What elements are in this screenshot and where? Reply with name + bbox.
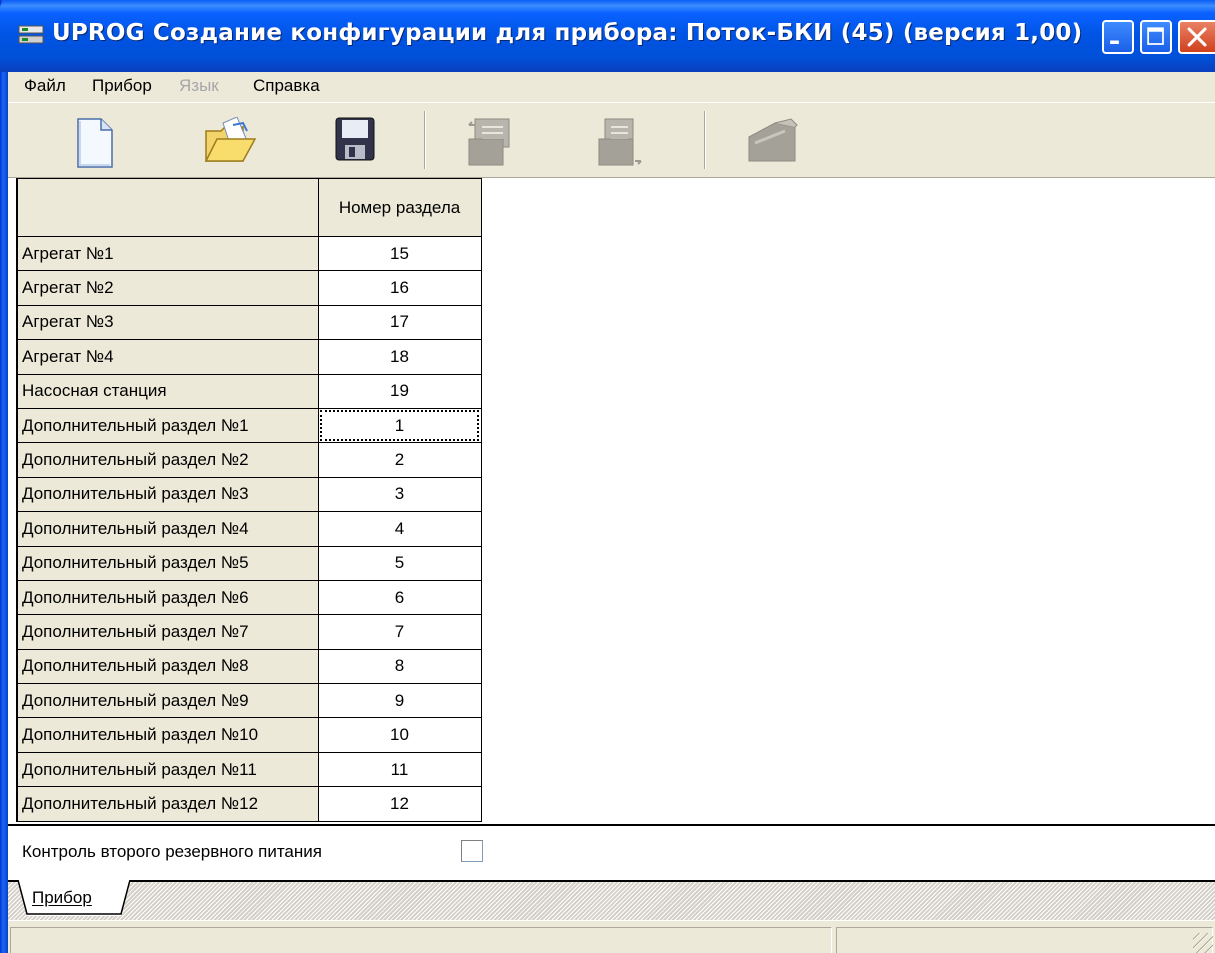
device-button[interactable] <box>700 109 830 173</box>
row-header[interactable]: Дополнительный раздел №9 <box>16 683 319 719</box>
row-header[interactable]: Дополнительный раздел №4 <box>16 511 319 547</box>
table-row: Дополнительный раздел №12 12 <box>16 786 482 822</box>
close-button[interactable] <box>1178 20 1215 54</box>
row-header[interactable]: Агрегат №2 <box>16 270 319 306</box>
row-header[interactable]: Дополнительный раздел №3 <box>16 476 319 513</box>
partition-number-cell[interactable]: 3 <box>317 476 482 513</box>
maximize-icon <box>1147 27 1164 45</box>
table-row: Дополнительный раздел №1 1 <box>16 407 482 444</box>
status-pane-secondary <box>836 927 1213 953</box>
partition-number-cell[interactable]: 6 <box>317 579 482 616</box>
read-from-device-icon <box>468 118 510 166</box>
table-row: Дополнительный раздел №3 3 <box>16 476 482 513</box>
table-row: Дополнительный раздел №11 11 <box>16 751 482 788</box>
maximize-button[interactable] <box>1140 20 1172 54</box>
partition-number-cell[interactable]: 10 <box>317 717 482 753</box>
row-header[interactable]: Агрегат №1 <box>16 235 319 272</box>
status-pane-main <box>10 927 832 953</box>
table-row: Дополнительный раздел №5 5 <box>16 545 482 581</box>
backup-power-label: Контроль второго резервного питания <box>22 842 322 861</box>
row-header[interactable]: Дополнительный раздел №12 <box>16 786 319 822</box>
partition-number-cell[interactable]: 18 <box>317 339 482 375</box>
row-header[interactable]: Агрегат №3 <box>16 304 319 341</box>
partition-number-cell[interactable]: 4 <box>317 511 482 547</box>
table-row: Агрегат №3 17 <box>16 304 482 341</box>
save-floppy-icon <box>335 117 375 161</box>
column-header-partition-number[interactable]: Номер раздела <box>317 178 482 237</box>
table-row: Дополнительный раздел №10 10 <box>16 717 482 753</box>
close-icon <box>1187 27 1207 47</box>
table-row: Дополнительный раздел №9 9 <box>16 683 482 719</box>
partition-number-cell[interactable]: 15 <box>317 235 482 272</box>
new-document-icon <box>77 118 113 168</box>
partition-number-cell[interactable]: 5 <box>317 545 482 581</box>
table-corner-cell <box>16 178 319 237</box>
menu-file[interactable]: Файл <box>24 76 66 96</box>
read-device-button[interactable] <box>420 109 550 173</box>
table-row: Насосная станция 19 <box>16 373 482 409</box>
toolbar <box>8 102 1215 178</box>
menu-language[interactable]: Язык <box>179 76 219 96</box>
resize-grip[interactable] <box>1193 933 1213 953</box>
backup-power-checkbox[interactable] <box>461 840 483 862</box>
partition-number-cell[interactable]: 12 <box>317 786 482 822</box>
row-header[interactable]: Насосная станция <box>16 373 319 409</box>
application-window: UPROG Создание конфигурации для прибора:… <box>0 0 1215 953</box>
write-device-button[interactable] <box>550 109 680 173</box>
table-row: Дополнительный раздел №2 2 <box>16 442 482 478</box>
menu-bar: Файл Прибор Язык Справка <box>8 72 1215 102</box>
row-header[interactable]: Дополнительный раздел №1 <box>16 407 319 444</box>
minimize-icon <box>1110 40 1119 44</box>
new-button[interactable] <box>30 109 160 173</box>
menu-help[interactable]: Справка <box>253 76 320 96</box>
row-header[interactable]: Агрегат №4 <box>16 339 319 375</box>
partition-number-cell[interactable]: 11 <box>317 751 482 788</box>
row-header[interactable]: Дополнительный раздел №10 <box>16 717 319 753</box>
partition-table: Номер раздела Агрегат №1 15 Агрегат №2 16 Аг… <box>16 178 482 822</box>
menu-device[interactable]: Прибор <box>92 76 152 96</box>
window-title: UPROG Создание конфигурации для прибора:… <box>52 20 1083 46</box>
partition-number-cell[interactable]: 9 <box>317 683 482 719</box>
row-header[interactable]: Дополнительный раздел №7 <box>16 614 319 650</box>
write-to-device-icon <box>598 118 642 166</box>
tab-strip: Прибор <box>8 880 1215 920</box>
tab-device[interactable]: Прибор <box>32 888 92 908</box>
partition-number-cell[interactable]: 16 <box>317 270 482 306</box>
row-header[interactable]: Дополнительный раздел №8 <box>16 648 319 685</box>
device-icon <box>748 118 798 162</box>
save-button[interactable] <box>290 109 420 173</box>
partition-number-cell[interactable]: 19 <box>317 373 482 409</box>
minimize-button[interactable] <box>1102 20 1134 54</box>
table-row: Дополнительный раздел №6 6 <box>16 579 482 616</box>
table-row: Дополнительный раздел №4 4 <box>16 511 482 547</box>
window-frame <box>0 0 8 953</box>
table-row: Дополнительный раздел №7 7 <box>16 614 482 650</box>
row-header[interactable]: Дополнительный раздел №5 <box>16 545 319 581</box>
row-header[interactable]: Дополнительный раздел №11 <box>16 751 319 788</box>
table-row: Агрегат №4 18 <box>16 339 482 375</box>
options-panel: Контроль второго резервного питания <box>8 826 1215 880</box>
row-header[interactable]: Дополнительный раздел №2 <box>16 442 319 478</box>
table-row: Дополнительный раздел №8 8 <box>16 648 482 685</box>
partition-number-cell[interactable]: 7 <box>317 614 482 650</box>
partition-number-cell[interactable]: 8 <box>317 648 482 685</box>
open-button[interactable] <box>158 109 288 173</box>
table-row: Агрегат №2 16 <box>16 270 482 306</box>
status-bar <box>8 920 1215 953</box>
partition-number-cell[interactable]: 1 <box>317 407 482 444</box>
partition-number-cell[interactable]: 2 <box>317 442 482 478</box>
row-header[interactable]: Дополнительный раздел №6 <box>16 579 319 616</box>
config-grid-area: Номер раздела Агрегат №1 15 Агрегат №2 16 Аг… <box>8 178 1215 826</box>
open-folder-icon <box>204 117 257 162</box>
table-body: Агрегат №1 15 Агрегат №2 16 Агрегат №3 17 Агре… <box>16 235 482 822</box>
app-icon <box>18 25 44 44</box>
table-row: Агрегат №1 15 <box>16 235 482 272</box>
title-bar[interactable]: UPROG Создание конфигурации для прибора:… <box>0 0 1215 72</box>
partition-number-cell[interactable]: 17 <box>317 304 482 341</box>
